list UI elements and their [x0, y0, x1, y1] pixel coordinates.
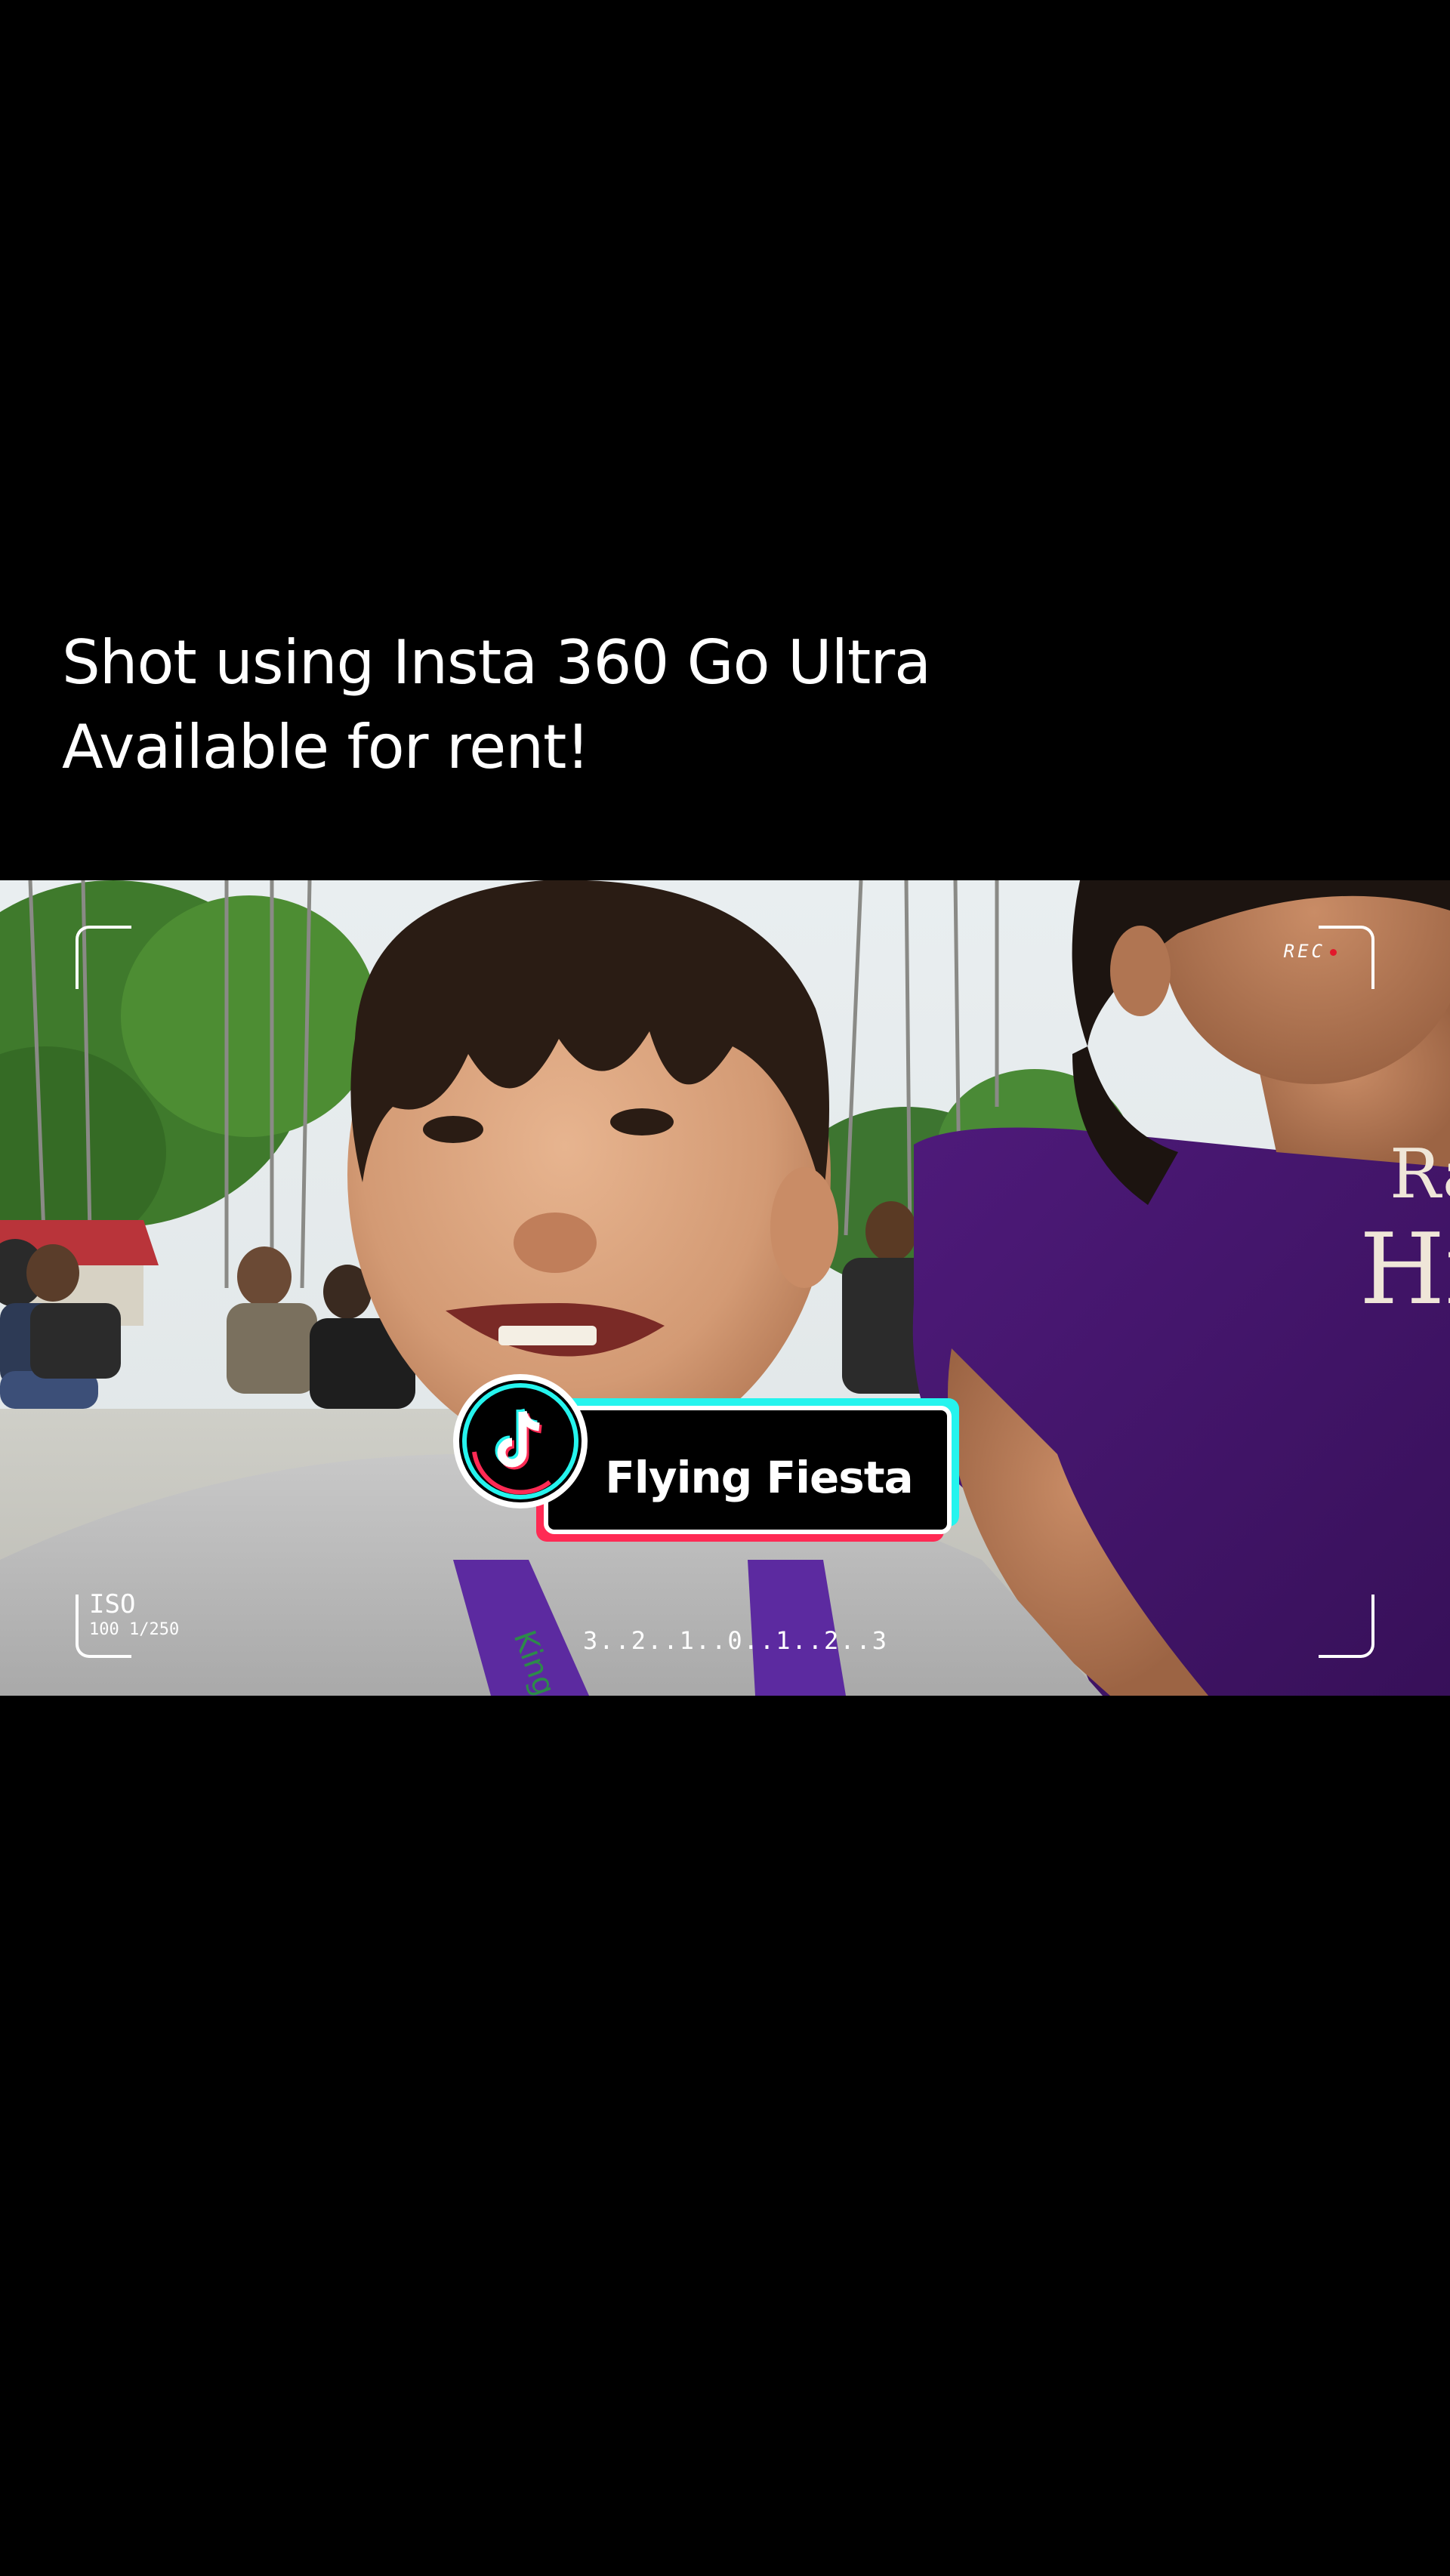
video-frame[interactable]: Hi Ra Kingdom REC ISO 100 1/250 3..2..1.… [0, 880, 1450, 1696]
rec-label: REC [1283, 941, 1325, 962]
video-scene-image: Hi Ra Kingdom [0, 880, 1450, 1696]
rec-dot-icon [1330, 948, 1337, 956]
sticker-label: Flying Fiesta [605, 1452, 913, 1503]
iso-values: 100 1/250 [89, 1620, 180, 1639]
video-caption: Shot using Insta 360 Go Ultra Available … [62, 621, 1195, 790]
svg-text:Hi: Hi [1359, 1212, 1450, 1327]
svg-text:Ra: Ra [1390, 1135, 1450, 1214]
tiktok-logo-icon [453, 1374, 588, 1508]
iso-readout: ISO 100 1/250 [89, 1592, 179, 1638]
caption-line-1: Shot using Insta 360 Go Ultra [62, 627, 931, 698]
viewfinder-corner-top-left [76, 926, 131, 989]
exposure-scale: 3..2..1..0..1..2..3 [583, 1626, 889, 1655]
rec-indicator: REC [1284, 941, 1337, 962]
caption-line-2: Available for rent! [62, 712, 590, 782]
iso-label: ISO [89, 1589, 136, 1619]
viewfinder-corner-bottom-right [1319, 1595, 1374, 1658]
location-sticker[interactable]: Flying Fiesta [453, 1374, 967, 1563]
